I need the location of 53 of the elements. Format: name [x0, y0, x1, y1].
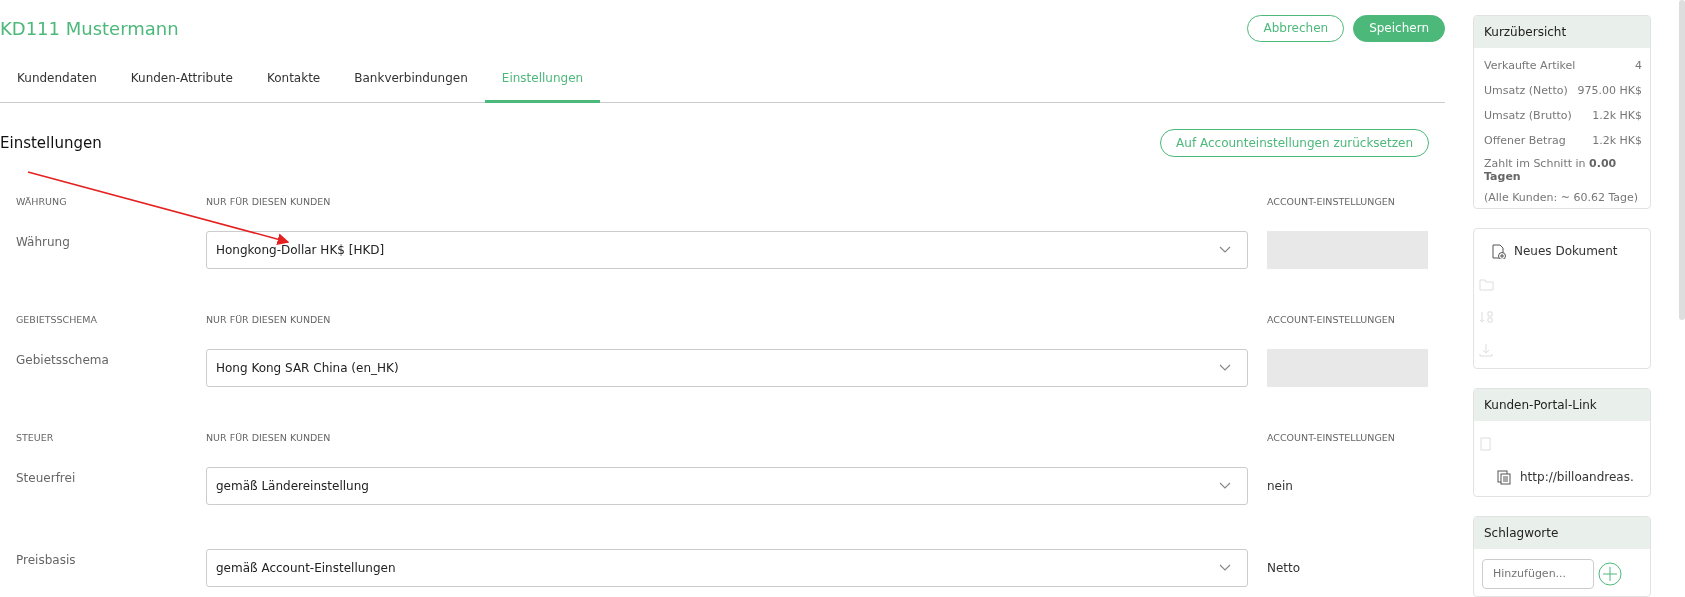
chevron-down-icon [1219, 246, 1231, 254]
column-heading: NUR FÜR DIESEN KUNDEN [206, 195, 332, 207]
chevron-down-icon [1219, 564, 1231, 572]
stat-note: (Alle Kunden: ~ 60.62 Tage) [1484, 190, 1640, 206]
stat-value: 1.2k HK$ [1592, 109, 1642, 122]
chevron-down-icon [1219, 364, 1231, 372]
scrollbar[interactable] [1679, 0, 1685, 320]
stat-label: Offener Betrag [1484, 134, 1566, 147]
download-icon [1478, 342, 1494, 359]
folder-icon [1478, 276, 1494, 293]
select-field[interactable]: gemäß Ländereinstellung [206, 467, 1248, 505]
field-label: Gebietsschema [15, 352, 110, 367]
section-title: Einstellungen [0, 134, 102, 152]
copy-icon [1496, 468, 1512, 485]
column-heading: STEUER [15, 431, 55, 443]
account-value: nein [1267, 478, 1294, 493]
column-heading: ACCOUNT-EINSTELLUNGEN [1267, 313, 1396, 325]
checkbox-icon [1478, 435, 1494, 452]
page-title: KD111 Mustermann [0, 17, 179, 39]
column-heading: NUR FÜR DIESEN KUNDEN [206, 313, 332, 325]
field-label: Preisbasis [15, 552, 77, 567]
action-link[interactable]: Neues Dokument [1514, 244, 1618, 259]
card-title: Kurzübersicht [1474, 16, 1650, 48]
field-label: Steuerfrei [15, 470, 77, 485]
tab[interactable]: Kontakte [249, 56, 338, 103]
portal-link[interactable]: http://billoandreas. [1520, 469, 1634, 484]
tab[interactable]: Kunden-Attribute [113, 56, 250, 103]
chevron-down-icon [1219, 482, 1231, 490]
stat-label: Umsatz (Netto) [1484, 84, 1568, 97]
account-value: Netto [1267, 560, 1302, 575]
card-title: Kunden-Portal-Link [1474, 389, 1650, 422]
stat-value: 975.00 HK$ [1577, 84, 1642, 97]
add-icon [1598, 561, 1622, 586]
stat-label: Verkaufte Artikel [1484, 59, 1576, 72]
column-heading: GEBIETSSCHEMA [15, 313, 99, 325]
stat-value: 1.2k HK$ [1592, 134, 1642, 147]
select-field[interactable]: gemäß Account-Einstellungen [206, 549, 1248, 587]
stat-value: 4 [1635, 59, 1642, 72]
sort-icon [1478, 309, 1494, 326]
select-field[interactable]: Hong Kong SAR China (en_HK) [206, 349, 1248, 387]
field-label: Währung [15, 234, 71, 249]
stat-label: Umsatz (Brutto) [1484, 109, 1572, 122]
select-field[interactable]: Hongkong-Dollar HK$ [HKD] [206, 231, 1248, 269]
tab[interactable]: Kundendaten [0, 56, 114, 103]
column-heading: ACCOUNT-EINSTELLUNGEN [1267, 431, 1396, 443]
column-heading: NUR FÜR DIESEN KUNDEN [206, 431, 332, 443]
stat-note: Zahlt im Schnitt in 0.00 Tagen [1484, 156, 1618, 185]
card-title: Schlagworte [1474, 516, 1650, 549]
column-heading: WÄHRUNG [15, 195, 68, 207]
tab[interactable]: Bankverbindungen [337, 56, 485, 103]
document-plus-icon [1490, 243, 1506, 260]
tag-input-field[interactable]: Hinzufügen... [1482, 558, 1594, 589]
column-heading: ACCOUNT-EINSTELLUNGEN [1267, 195, 1396, 207]
